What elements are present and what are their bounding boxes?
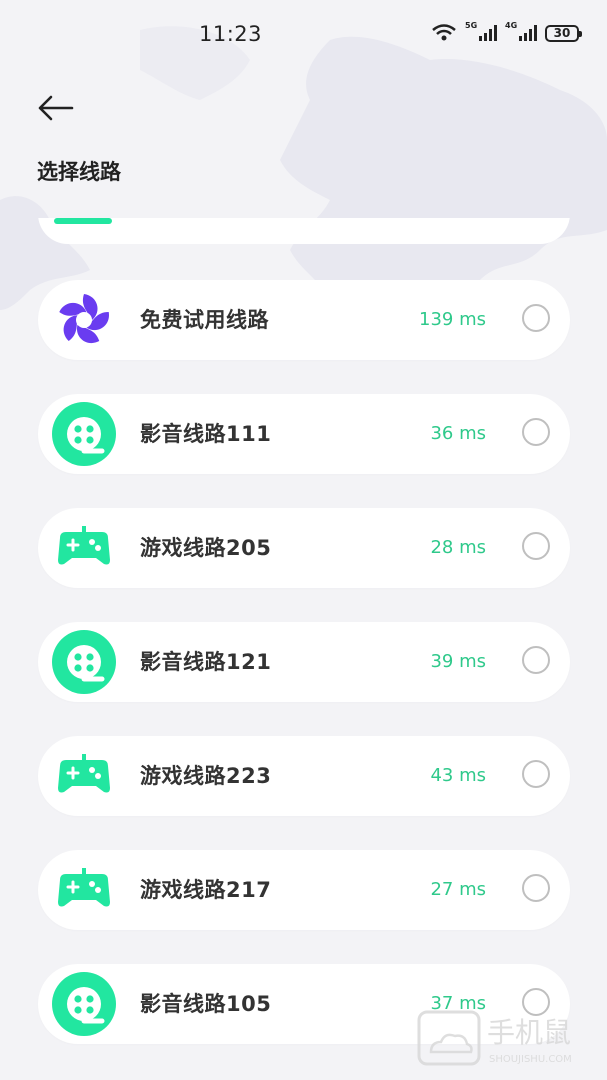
line-radio[interactable] xyxy=(522,760,550,788)
line-latency: 43 ms xyxy=(430,765,486,786)
line-name: 影音线路121 xyxy=(140,650,272,674)
line-radio[interactable] xyxy=(522,418,550,446)
line-card[interactable]: 游戏线路223 43 ms xyxy=(38,736,570,816)
page-title: 选择线路 xyxy=(37,160,121,184)
back-arrow-icon[interactable] xyxy=(34,90,78,126)
line-radio[interactable] xyxy=(522,646,550,674)
gamepad-icon xyxy=(54,218,112,224)
net2-label: 4G xyxy=(505,21,518,30)
signal-5g-icon: 5G xyxy=(465,21,497,41)
line-name: 免费试用线路 xyxy=(140,308,269,332)
line-card[interactable]: 影音线路111 36 ms xyxy=(38,394,570,474)
line-name: 影音线路105 xyxy=(140,992,272,1016)
film-reel-icon xyxy=(52,402,116,466)
status-time: 11:23 xyxy=(199,22,263,46)
gamepad-icon xyxy=(58,754,110,793)
gamepad-icon xyxy=(58,868,110,907)
partial-line-card[interactable] xyxy=(38,218,570,244)
line-latency: 139 ms xyxy=(419,309,486,330)
line-name: 游戏线路223 xyxy=(140,764,272,788)
line-card[interactable]: 影音线路121 39 ms xyxy=(38,622,570,702)
line-radio[interactable] xyxy=(522,304,550,332)
line-latency: 39 ms xyxy=(430,651,486,672)
line-radio[interactable] xyxy=(522,532,550,560)
net1-label: 5G xyxy=(465,21,478,30)
line-list: 免费试用线路 139 ms 影音线路111 36 ms 游戏线路205 28 m… xyxy=(38,280,570,1078)
line-name: 游戏线路217 xyxy=(140,878,272,902)
battery-icon: 30 xyxy=(545,24,582,42)
watermark-url: SHOUJISHU.COM xyxy=(489,1054,572,1065)
line-latency: 36 ms xyxy=(430,423,486,444)
status-icons: 5G 4G 30 xyxy=(431,21,582,42)
line-card[interactable]: 免费试用线路 139 ms xyxy=(38,280,570,360)
status-bar: 11:23 5G 4G 30 xyxy=(0,0,607,72)
line-name: 游戏线路205 xyxy=(140,536,272,560)
line-name: 影音线路111 xyxy=(140,422,272,446)
line-latency: 27 ms xyxy=(430,879,486,900)
flower-logo-icon xyxy=(59,294,109,344)
signal-4g-icon: 4G xyxy=(505,21,537,41)
watermark-logo: 手机鼠 SHOUJISHU.COM xyxy=(417,1010,572,1066)
line-card[interactable]: 游戏线路217 27 ms xyxy=(38,850,570,930)
wifi-icon xyxy=(432,24,456,41)
film-reel-icon xyxy=(52,972,116,1036)
line-radio[interactable] xyxy=(522,874,550,902)
film-reel-icon xyxy=(52,630,116,694)
watermark-brand: 手机鼠 xyxy=(487,1016,571,1049)
line-latency: 28 ms xyxy=(430,537,486,558)
line-card[interactable]: 游戏线路205 28 ms xyxy=(38,508,570,588)
gamepad-icon xyxy=(58,526,110,565)
